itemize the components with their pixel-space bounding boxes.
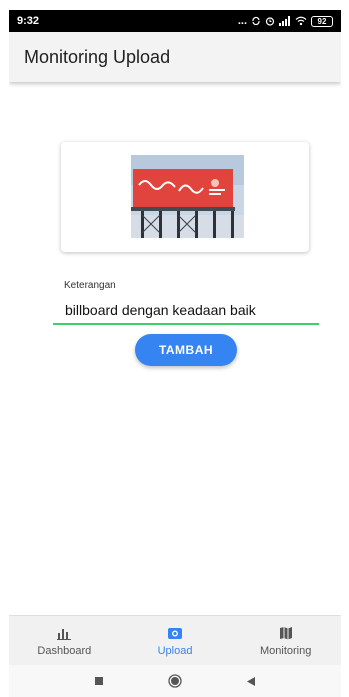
keterangan-label: Keterangan: [64, 280, 116, 291]
keterangan-input[interactable]: [53, 297, 319, 325]
screenshot-border-left: [0, 0, 9, 697]
alarm-icon: [265, 17, 275, 26]
signal-icon: [279, 16, 290, 26]
camera-icon: [168, 627, 182, 639]
screenshot-border-right: [341, 0, 349, 697]
nav-item-upload[interactable]: Upload: [120, 616, 231, 665]
notification-dots: ...: [237, 15, 247, 27]
upload-content: Keterangan TAMBAH: [9, 82, 341, 622]
map-icon: [279, 626, 292, 639]
page-title: Monitoring Upload: [24, 46, 171, 67]
status-bar: 9:32 ... 92: [9, 10, 341, 32]
nav-label-monitoring: Monitoring: [260, 644, 312, 657]
billboard-photo: [131, 155, 244, 238]
recents-button-icon[interactable]: [94, 676, 104, 686]
nav-label-upload: Upload: [157, 644, 193, 657]
nav-item-dashboard[interactable]: Dashboard: [9, 616, 120, 665]
wifi-icon: [295, 16, 307, 26]
bottom-navigation: Dashboard Upload Monitoring: [9, 615, 341, 665]
status-icons: ... 92: [238, 15, 333, 27]
system-navigation-bar: [9, 665, 341, 697]
tambah-button[interactable]: TAMBAH: [135, 334, 237, 366]
image-preview-card[interactable]: [61, 142, 309, 252]
home-button-icon[interactable]: [168, 674, 182, 688]
sync-icon: [252, 16, 260, 26]
nav-label-dashboard: Dashboard: [37, 644, 92, 657]
status-time: 9:32: [17, 15, 40, 27]
bar-chart-icon: [57, 628, 72, 640]
screenshot-border-top: [0, 0, 349, 10]
back-button-icon[interactable]: [246, 676, 256, 687]
nav-item-monitoring[interactable]: Monitoring: [230, 616, 341, 665]
app-bar: Monitoring Upload: [9, 32, 341, 82]
phone-screen: 9:32 ... 92 Monitoring Upload Keterangan…: [9, 10, 341, 697]
battery-indicator: 92: [311, 15, 333, 27]
